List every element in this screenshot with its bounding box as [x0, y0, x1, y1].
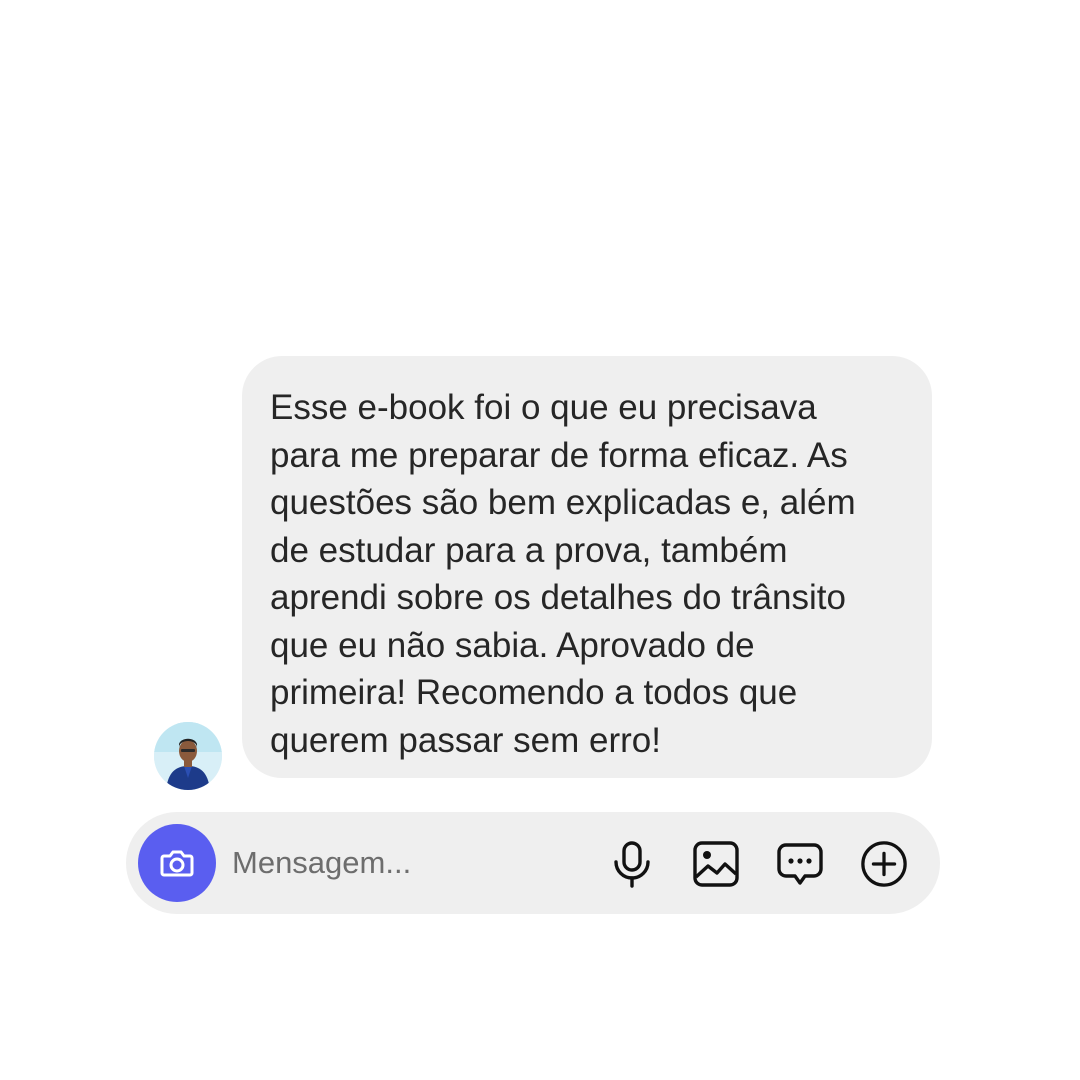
avatar[interactable] — [154, 722, 222, 790]
camera-button[interactable] — [138, 824, 216, 902]
avatar-photo — [154, 722, 222, 790]
microphone-icon — [614, 841, 650, 888]
message-composer — [126, 812, 940, 914]
message-input[interactable] — [232, 838, 592, 888]
image-icon — [693, 841, 739, 887]
sticker-button[interactable] — [776, 840, 824, 888]
received-message-bubble[interactable]: Esse e-book foi o que eu precisava para … — [242, 356, 932, 778]
chat-icon — [777, 843, 823, 885]
microphone-button[interactable] — [608, 840, 656, 888]
gallery-button[interactable] — [692, 840, 740, 888]
plus-circle-icon — [861, 841, 907, 887]
camera-icon — [160, 850, 194, 877]
chat-screen: Esse e-book foi o que eu precisava para … — [0, 0, 1080, 1080]
more-button[interactable] — [860, 840, 908, 888]
message-text: Esse e-book foi o que eu precisava para … — [270, 388, 856, 760]
